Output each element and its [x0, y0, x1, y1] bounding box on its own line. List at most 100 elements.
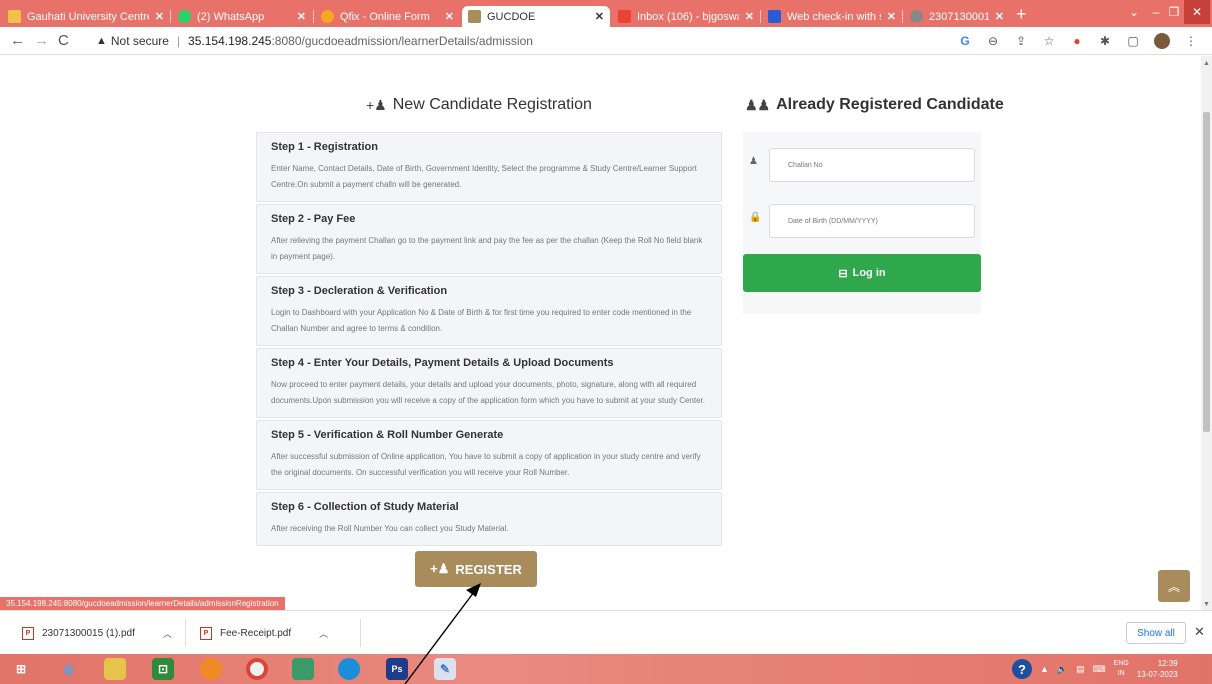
menu-kebab-icon[interactable]: ⋮: [1184, 34, 1198, 48]
tab-title: Inbox (106) - bjgoswami: [637, 10, 739, 23]
user-plus-icon: +♟: [430, 561, 450, 576]
edge-icon[interactable]: [338, 658, 360, 680]
close-tab-icon[interactable]: ✕: [995, 10, 1004, 23]
gucdoe-favicon-icon: [468, 10, 481, 23]
step-text: Now proceed to enter payment details, yo…: [271, 380, 705, 405]
store-icon[interactable]: ⊡: [152, 658, 174, 680]
downloads-bar: P 23071300015 (1).pdf ︿ P Fee-Receipt.pd…: [0, 610, 1212, 654]
chevron-down-icon[interactable]: ⌄: [1124, 0, 1144, 24]
page-scrollbar[interactable]: ▲ ▼: [1201, 56, 1212, 610]
download-item[interactable]: P Fee-Receipt.pdf ︿: [200, 624, 328, 642]
volume-icon[interactable]: 🔈: [1057, 664, 1068, 675]
download-filename: Fee-Receipt.pdf: [220, 627, 292, 639]
back-icon[interactable]: ←: [10, 32, 25, 49]
close-tab-icon[interactable]: ✕: [445, 10, 454, 23]
scroll-up-icon[interactable]: ▲: [1203, 60, 1210, 67]
tab-title: Qfix - Online Form: [340, 10, 430, 23]
close-icon[interactable]: ✕: [1194, 624, 1205, 640]
registered-candidate-heading: ♟♟ Already Registered Candidate: [745, 96, 1004, 114]
tab-title: Gauhati University Centre: [27, 10, 149, 23]
minimize-icon[interactable]: –: [1148, 0, 1164, 24]
forward-icon[interactable]: →: [34, 32, 49, 49]
double-chevron-up-icon: ︽: [1167, 579, 1180, 594]
step-card: Step 1 - Registration Enter Name, Contac…: [256, 132, 722, 202]
chevron-up-icon[interactable]: ︿: [319, 627, 328, 640]
plus-icon[interactable]: +: [1016, 4, 1027, 25]
tab-pdf[interactable]: 23071300015 (1).pdf ✕: [904, 6, 1010, 27]
side-panel-icon[interactable]: ▢: [1126, 34, 1140, 48]
user-plus-icon: +♟: [366, 96, 387, 113]
clock[interactable]: 12:39 13-07-2023: [1137, 658, 1178, 680]
close-tab-icon[interactable]: ✕: [745, 10, 754, 23]
close-tab-icon[interactable]: ✕: [595, 10, 604, 23]
paint-icon[interactable]: ✎: [434, 658, 456, 680]
bookmark-star-icon[interactable]: ☆: [1042, 34, 1056, 48]
toolbar-icons: G ⊖ ⇪ ☆ ● ✱ ▢ ⋮: [958, 33, 1198, 49]
registration-steps: Step 1 - Registration Enter Name, Contac…: [256, 132, 722, 548]
photos-icon[interactable]: [292, 658, 314, 680]
scroll-to-top-button[interactable]: ︽: [1158, 570, 1190, 602]
close-tab-icon[interactable]: ✕: [297, 10, 306, 23]
url-field[interactable]: ▲ Not secure | 35.154.198.245:8080/gucdo…: [96, 31, 976, 51]
ime-icon[interactable]: ⌨: [1093, 664, 1106, 675]
tab-gmail-inbox[interactable]: Inbox (106) - bjgoswami ✕: [612, 6, 760, 27]
extension-icon[interactable]: ●: [1070, 34, 1084, 48]
network-icon[interactable]: ▤: [1076, 664, 1085, 675]
step-title: Step 3 - Decleration & Verification: [271, 285, 448, 297]
puzzle-icon[interactable]: ✱: [1098, 34, 1112, 48]
reload-icon[interactable]: C: [58, 32, 69, 49]
windows-taskbar: ⊞ e ⊡ Ps ✎ ? ▲ 🔈 ▤ ⌨ ENG IN 12:39 13-07-…: [0, 654, 1212, 684]
tab-title: (2) WhatsApp: [197, 10, 265, 23]
scrollbar-thumb[interactable]: [1203, 112, 1210, 432]
file-explorer-icon[interactable]: [104, 658, 126, 680]
google-icon[interactable]: G: [958, 34, 972, 48]
profile-avatar[interactable]: [1154, 33, 1170, 49]
help-icon[interactable]: ?: [1012, 659, 1032, 679]
windows-start-icon[interactable]: ⊞: [10, 658, 32, 680]
tab-gauhati-university[interactable]: Gauhati University Centre ✕: [2, 6, 170, 27]
challan-no-input[interactable]: Challan No: [769, 148, 975, 182]
language-indicator[interactable]: ENG IN: [1114, 659, 1129, 679]
tab-gucdoe[interactable]: GUCDOE ✕: [462, 6, 610, 27]
show-all-button[interactable]: Show all: [1126, 622, 1186, 644]
internet-explorer-icon[interactable]: e: [58, 658, 80, 680]
photoshop-icon[interactable]: Ps: [386, 658, 408, 680]
qfix-favicon-icon: [321, 10, 334, 23]
restore-icon[interactable]: ❐: [1166, 0, 1182, 24]
login-label: Log in: [852, 267, 886, 279]
firefox-icon[interactable]: [200, 658, 222, 680]
tab-whatsapp[interactable]: (2) WhatsApp ✕: [172, 6, 312, 27]
warning-icon[interactable]: ▲: [96, 35, 107, 47]
close-tab-icon[interactable]: ✕: [155, 10, 164, 23]
login-button[interactable]: ⊟ Log in: [743, 254, 981, 292]
chevron-up-icon[interactable]: ︿: [163, 627, 172, 640]
close-window-icon[interactable]: ✕: [1184, 0, 1210, 24]
link-status-url: 35.154.198.245:8080/gucdoeadmission/lear…: [0, 597, 285, 610]
zoom-icon[interactable]: ⊖: [986, 34, 1000, 48]
register-button[interactable]: +♟ REGISTER: [415, 551, 537, 587]
site-favicon-icon: [8, 10, 21, 23]
clock-time: 12:39: [1157, 659, 1178, 668]
tab-qfix[interactable]: Qfix - Online Form ✕: [315, 6, 460, 27]
step-title: Step 4 - Enter Your Details, Payment Det…: [271, 357, 614, 369]
share-icon[interactable]: ⇪: [1014, 34, 1028, 48]
url-path: :8080/gucdoeadmission/learnerDetails/adm…: [271, 34, 533, 48]
security-label: Not secure: [110, 34, 169, 48]
date-of-birth-input[interactable]: Date of Birth (DD/MM/YYYY): [769, 204, 975, 238]
language-top: ENG: [1113, 660, 1129, 667]
language-bottom: IN: [1117, 670, 1125, 677]
step-card: Step 3 - Decleration & Verification Logi…: [256, 276, 722, 346]
download-item[interactable]: P 23071300015 (1).pdf ︿: [22, 624, 172, 642]
chrome-icon[interactable]: [246, 658, 268, 680]
tab-web-checkin[interactable]: Web check-in with seat s ✕: [762, 6, 902, 27]
tab-title: 23071300015 (1).pdf: [929, 10, 989, 23]
step-card: Step 2 - Pay Fee After relieving the pay…: [256, 204, 722, 274]
url-host: 35.154.198.245: [188, 34, 272, 48]
show-hidden-icons[interactable]: ▲: [1040, 664, 1049, 674]
browser-tab-strip: Gauhati University Centre ✕ (2) WhatsApp…: [0, 0, 1212, 27]
close-tab-icon[interactable]: ✕: [887, 10, 896, 23]
tab-title: GUCDOE: [487, 10, 536, 23]
step-card: Step 6 - Collection of Study Material Af…: [256, 492, 722, 546]
gmail-favicon-icon: [618, 10, 631, 23]
scroll-down-icon[interactable]: ▼: [1203, 601, 1210, 608]
